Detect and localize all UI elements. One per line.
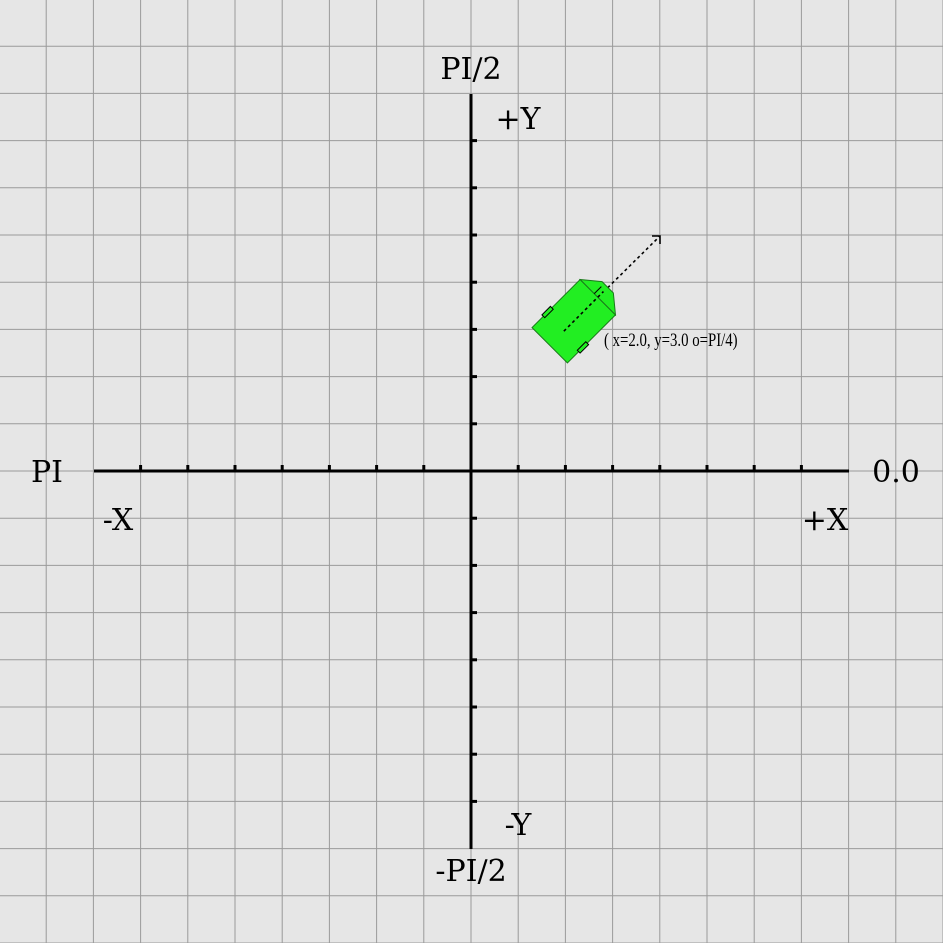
angle-label-top: PI/2: [440, 52, 501, 87]
axis-label-neg-y: -Y: [505, 808, 533, 843]
axis-label-pos-y: +Y: [496, 102, 542, 137]
axis-label-neg-x: -X: [103, 503, 134, 538]
angle-label-left: PI: [31, 455, 63, 490]
robot-pose-label: ( x=2.0, y=3.0 o=PI/4): [604, 329, 738, 350]
coordinate-canvas: PI/2 -PI/2 PI 0.0 +Y -Y -X +X ( x=2.0, y…: [0, 0, 943, 943]
angle-label-bottom: -PI/2: [435, 854, 506, 889]
angle-label-right: 0.0: [872, 455, 920, 490]
axis-label-pos-x: +X: [802, 503, 849, 538]
